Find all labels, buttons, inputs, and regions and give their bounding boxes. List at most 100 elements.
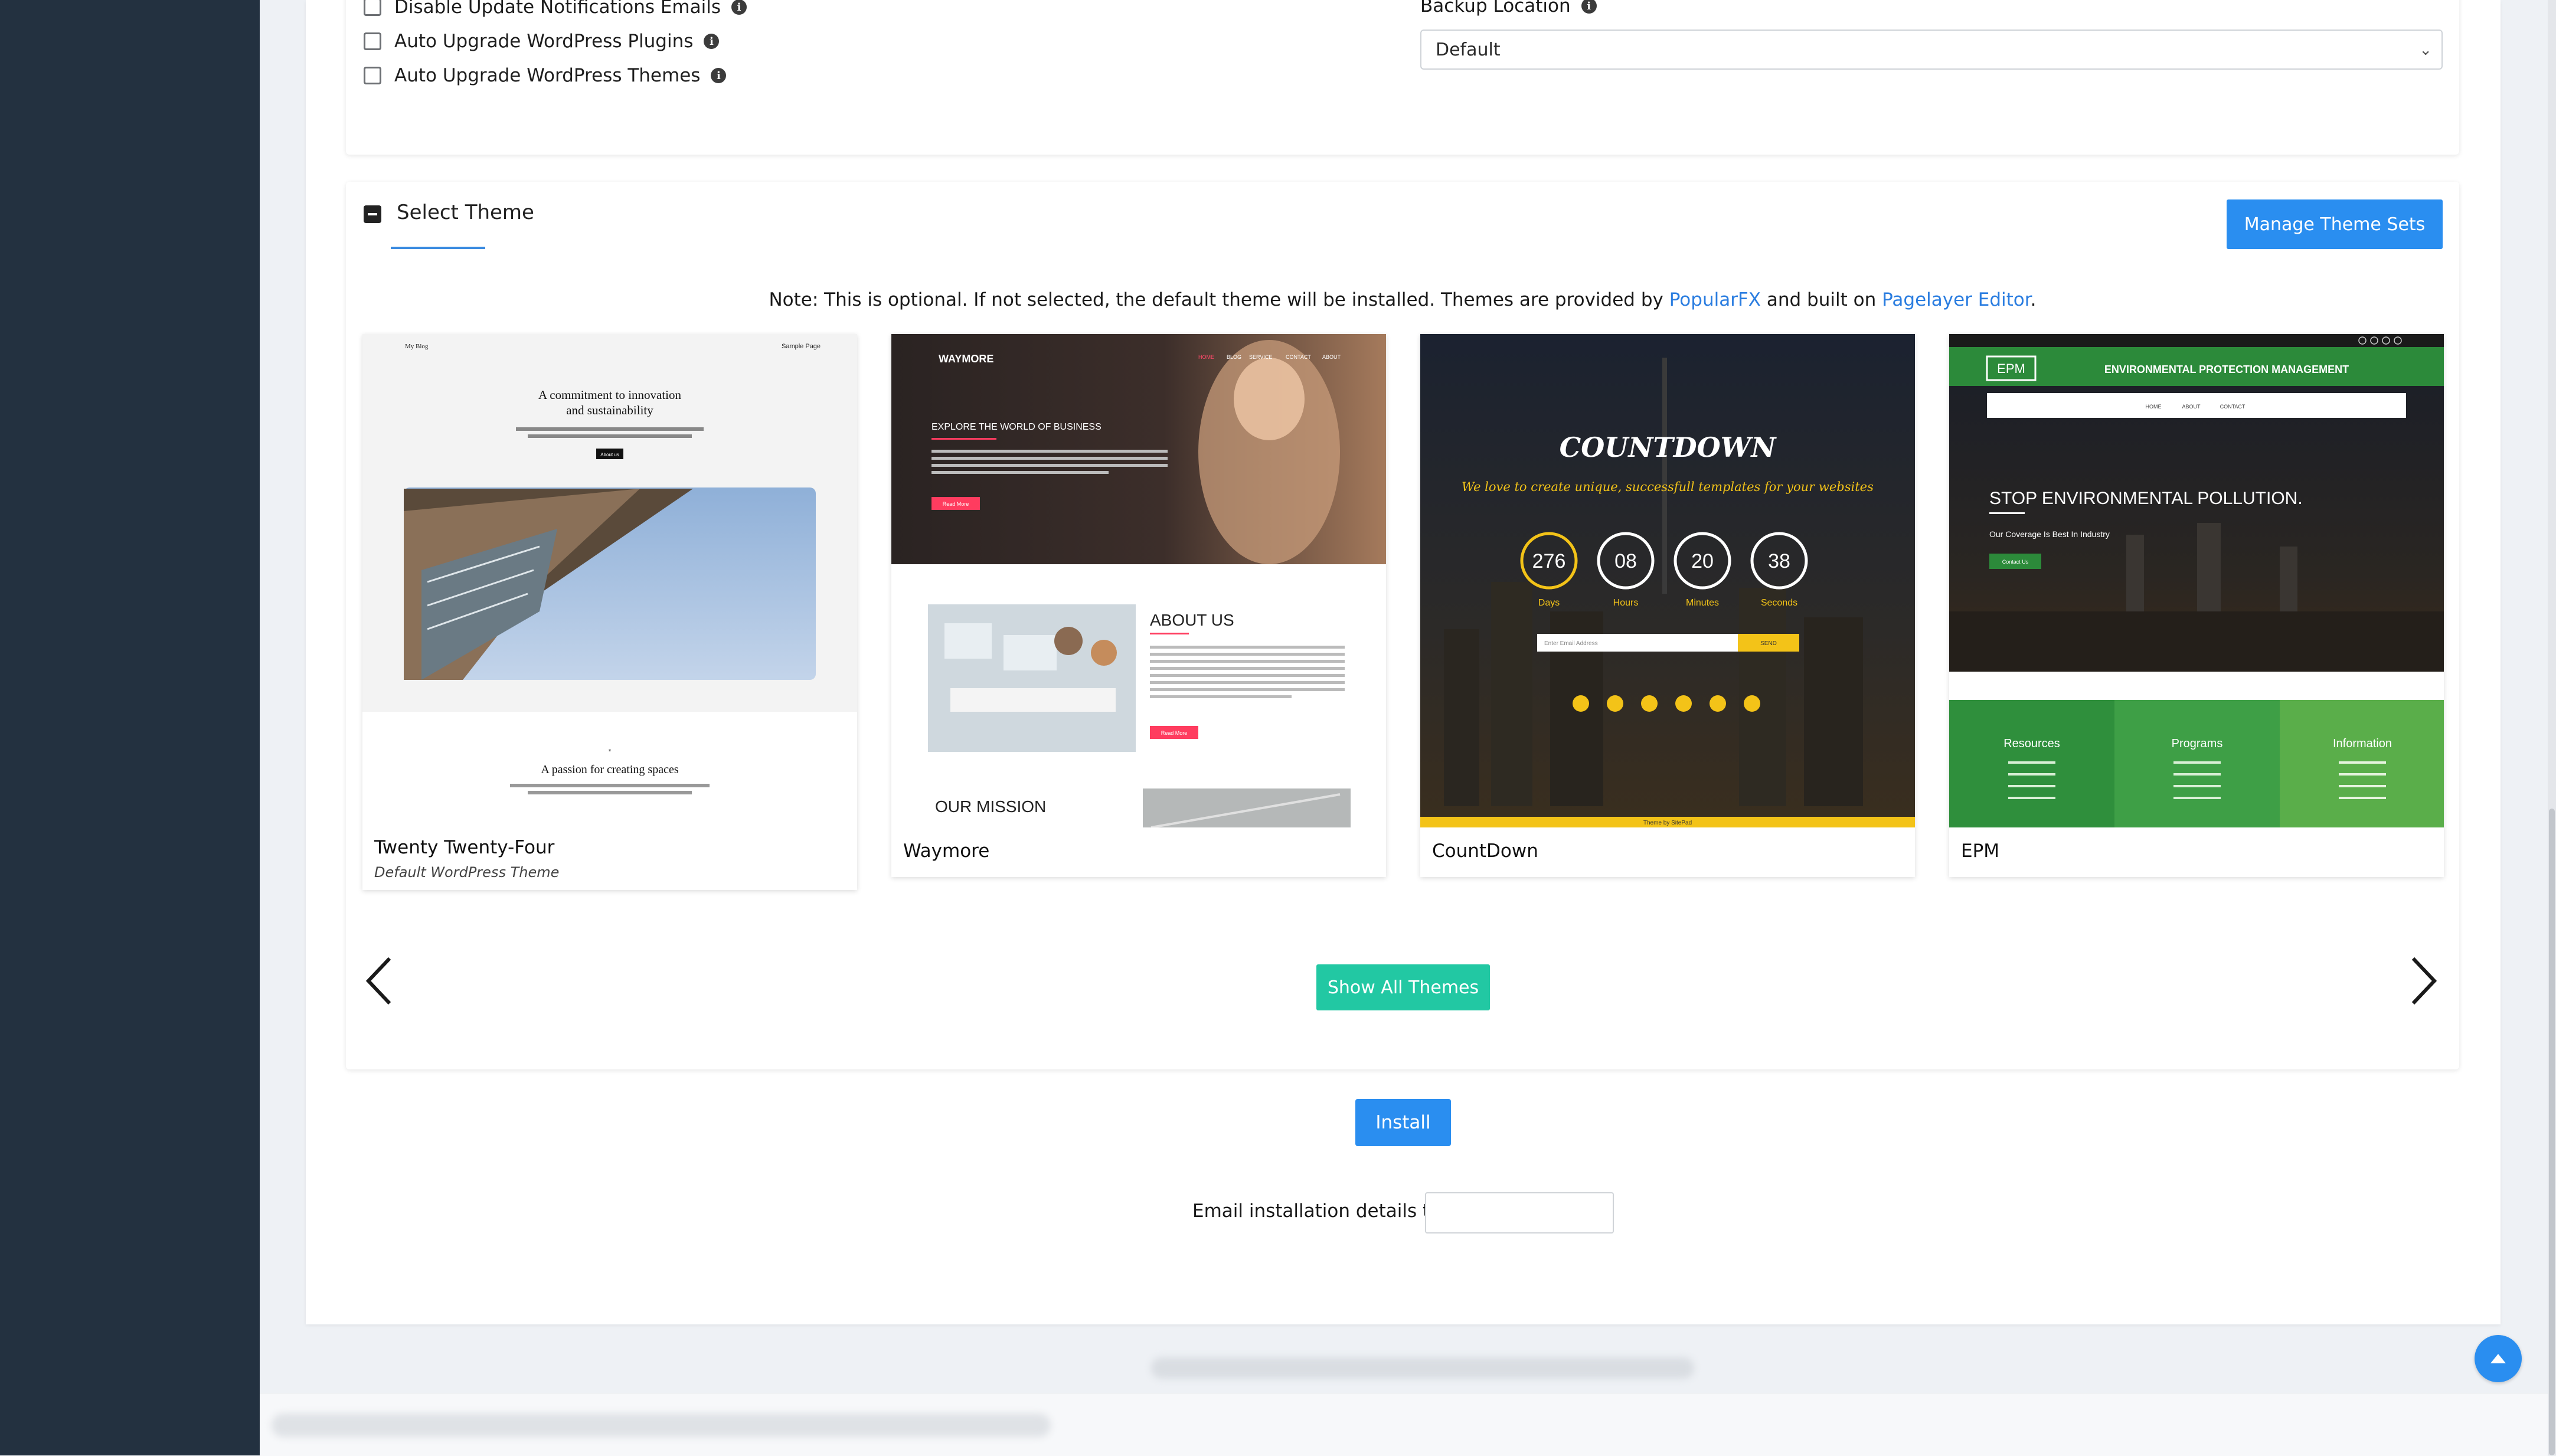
backup-location-label: Backup Location i	[1420, 0, 1597, 17]
waymore-preview: WAYMORE HOME BLOG SERVICE CONTACT ABOUT …	[891, 334, 1386, 827]
counter-seconds-label: Seconds	[1761, 598, 1797, 608]
counter-minutes: 20	[1691, 550, 1714, 572]
email-details-input[interactable]	[1425, 1192, 1614, 1233]
show-all-themes-button[interactable]: Show All Themes	[1316, 964, 1490, 1010]
counter-minutes-label: Minutes	[1686, 598, 1719, 608]
auto-upgrade-plugins-checkbox[interactable]	[364, 32, 381, 50]
theme-card-twenty-twenty-four[interactable]: My Blog Sample Page A commitment to inno…	[362, 334, 857, 890]
svg-text:*: *	[609, 748, 612, 755]
auto-upgrade-themes-label: Auto Upgrade WordPress Themes	[394, 65, 701, 86]
countdown-preview: COUNTDOWN We love to create unique, succ…	[1420, 334, 1915, 827]
preview-mission: OUR MISSION	[935, 797, 1046, 816]
preview-col-information: Information	[2333, 737, 2392, 750]
preview-nav-home: HOME	[2146, 404, 2162, 410]
email-details-label: Email installation details to :	[1192, 1200, 1453, 1222]
preview-nav-service: SERVICE	[1249, 354, 1272, 360]
preview-button: Contact Us	[2002, 559, 2029, 565]
tab-underline	[391, 247, 485, 249]
preview-send: SEND	[1760, 640, 1777, 647]
theme-preview[interactable]: COUNTDOWN We love to create unique, succ…	[1420, 334, 1915, 827]
theme-subtitle: Default WordPress Theme	[374, 864, 560, 881]
preview-headline-1: A commitment to innovation	[538, 388, 682, 402]
note-text: Note: This is optional. If not selected,…	[769, 289, 1669, 310]
backup-location-select[interactable]: Default ⌄	[1420, 30, 2443, 70]
preview-nav-blog: BLOG	[1227, 354, 1241, 360]
preview-nav-about: ABOUT	[1322, 354, 1341, 360]
preview-nav-contact: CONTACT	[1286, 354, 1311, 360]
theme-name: Twenty Twenty-Four	[374, 837, 555, 858]
preview-hero: STOP ENVIRONMENTAL POLLUTION.	[1989, 489, 2303, 508]
preview-nav-contact: CONTACT	[2220, 404, 2246, 410]
info-icon[interactable]: i	[1581, 0, 1597, 14]
counter-days-label: Days	[1538, 598, 1560, 608]
auto-upgrade-themes-checkbox[interactable]	[364, 67, 381, 84]
twenty-twenty-four-preview: My Blog Sample Page A commitment to inno…	[362, 334, 857, 827]
disable-notifications-label: Disable Update Notifications Emails	[394, 0, 721, 18]
counter-hours-label: Hours	[1613, 598, 1639, 608]
backup-location-value: Default	[1436, 39, 1501, 60]
preview-about: ABOUT US	[1150, 611, 1234, 629]
install-button[interactable]: Install	[1355, 1099, 1451, 1146]
preview-button-2: Read More	[1161, 730, 1188, 736]
theme-name: Waymore	[903, 840, 990, 862]
note-text-mid: and built on	[1761, 289, 1882, 310]
preview-logo: EPM	[1997, 361, 2025, 376]
manage-theme-sets-button[interactable]: Manage Theme Sets	[2227, 199, 2443, 249]
preview-nav-about: ABOUT	[2182, 404, 2201, 410]
epm-preview: EPM ENVIRONMENTAL PROTECTION MANAGEMENT …	[1949, 334, 2444, 827]
preview-sub: Our Coverage Is Best In Industry	[1989, 529, 2110, 539]
theme-name: EPM	[1961, 840, 2000, 862]
theme-card-epm[interactable]: EPM ENVIRONMENTAL PROTECTION MANAGEMENT …	[1949, 334, 2444, 877]
theme-preview[interactable]: EPM ENVIRONMENTAL PROTECTION MANAGEMENT …	[1949, 334, 2444, 827]
counter-days: 276	[1532, 550, 1566, 572]
preview-brand: My Blog	[405, 343, 429, 350]
bottom-bar	[260, 1393, 2548, 1456]
preview-tagline: We love to create unique, successfull te…	[1462, 480, 1874, 494]
preview-section-title: A passion for creating spaces	[541, 763, 678, 776]
theme-card-countdown[interactable]: COUNTDOWN We love to create unique, succ…	[1420, 334, 1915, 877]
counter-hours: 08	[1614, 550, 1637, 572]
option-auto-upgrade-plugins[interactable]: Auto Upgrade WordPress Plugins i	[364, 31, 720, 52]
collapse-icon[interactable]	[364, 205, 381, 223]
chevron-left-icon[interactable]	[365, 956, 393, 1008]
pagelayer-link[interactable]: Pagelayer Editor	[1882, 289, 2031, 310]
theme-preview[interactable]: My Blog Sample Page A commitment to inno…	[362, 334, 857, 827]
option-auto-upgrade-themes[interactable]: Auto Upgrade WordPress Themes i	[364, 65, 727, 86]
footer-text	[1151, 1357, 1694, 1379]
counter-seconds: 38	[1768, 550, 1790, 572]
info-icon[interactable]: i	[704, 34, 720, 49]
preview-nav: Sample Page	[782, 343, 821, 350]
chevron-down-icon: ⌄	[2419, 41, 2432, 59]
preview-footer: Theme by SitePad	[1643, 820, 1692, 826]
theme-note: Note: This is optional. If not selected,…	[346, 289, 2459, 310]
option-disable-notifications[interactable]: Disable Update Notifications Emails i	[364, 0, 747, 18]
theme-card-waymore[interactable]: WAYMORE HOME BLOG SERVICE CONTACT ABOUT …	[891, 334, 1386, 877]
sidebar	[0, 0, 260, 1455]
select-theme-title[interactable]: Select Theme	[397, 201, 534, 224]
info-icon[interactable]: i	[731, 0, 747, 15]
preview-hero: EXPLORE THE WORLD OF BUSINESS	[931, 422, 1102, 432]
bottom-bar-text	[272, 1414, 1051, 1437]
preview-nav-home: HOME	[1198, 354, 1214, 360]
chevron-right-icon[interactable]	[2410, 956, 2438, 1008]
auto-upgrade-plugins-label: Auto Upgrade WordPress Plugins	[394, 31, 694, 52]
page-scrollbar[interactable]	[2548, 0, 2556, 1455]
preview-email-placeholder: Enter Email Address	[1544, 640, 1598, 647]
arrow-up-icon[interactable]	[2475, 1335, 2522, 1382]
preview-headline-2: and sustainability	[566, 403, 653, 417]
preview-col-resources: Resources	[2003, 737, 2060, 750]
popularfx-link[interactable]: PopularFX	[1669, 289, 1761, 310]
theme-name: CountDown	[1432, 840, 1538, 862]
disable-notifications-checkbox[interactable]	[364, 0, 381, 16]
preview-col-programs: Programs	[2172, 737, 2223, 750]
note-text-end: .	[2030, 289, 2037, 310]
preview-title: COUNTDOWN	[1560, 431, 1777, 463]
info-icon[interactable]: i	[711, 68, 727, 83]
preview-heading: ENVIRONMENTAL PROTECTION MANAGEMENT	[2104, 364, 2349, 375]
theme-preview[interactable]: WAYMORE HOME BLOG SERVICE CONTACT ABOUT …	[891, 334, 1386, 827]
scrollbar-thumb[interactable]	[2549, 809, 2555, 1455]
preview-button: Read More	[943, 501, 969, 507]
backup-location-text: Backup Location	[1420, 0, 1571, 17]
preview-brand: WAYMORE	[939, 353, 993, 365]
preview-button: About us	[600, 452, 619, 457]
